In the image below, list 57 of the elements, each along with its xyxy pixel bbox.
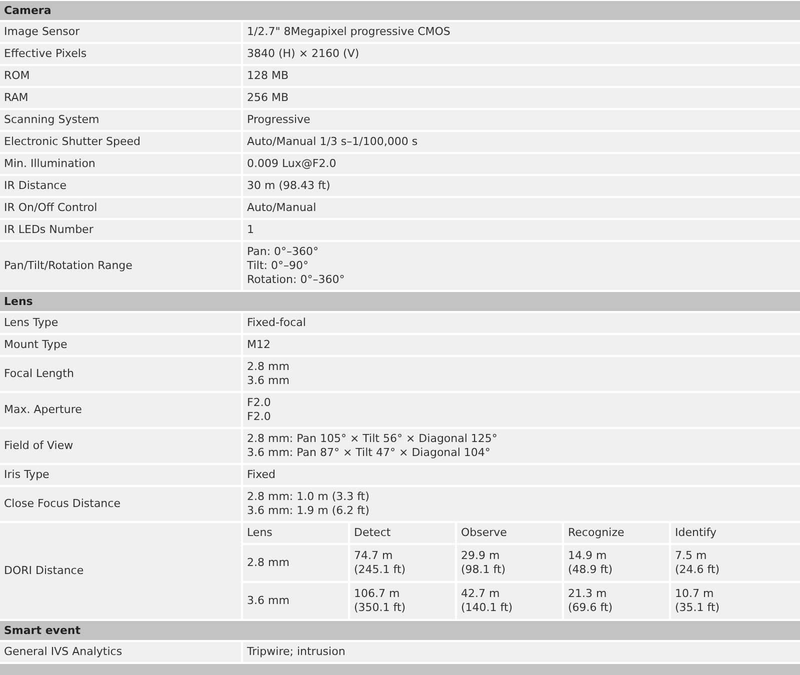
spec-value: Auto/Manual — [243, 198, 800, 218]
spec-value: Auto/Manual 1/3 s–1/100,000 s — [243, 132, 800, 152]
spec-value: 2.8 mm: 1.0 m (3.3 ft) 3.6 mm: 1.9 m (6.2 ft) — [243, 487, 800, 521]
table-cell: 42.7 m (140.1 ft) — [457, 583, 562, 619]
column-header: Observe — [457, 523, 562, 543]
spec-label: RAM — [0, 88, 241, 108]
spec-label: IR Distance — [0, 176, 241, 196]
spec-value: 2.8 mm: Pan 105° × Tilt 56° × Diagonal 125° 3.6 mm: Pan 87° × Tilt 47° × Diagonal 104° — [243, 429, 800, 463]
section-header: Camera — [0, 1, 800, 20]
column-header: Recognize — [564, 523, 669, 543]
spec-label: IR LEDs Number — [0, 220, 241, 240]
spec-value: M12 — [243, 335, 800, 355]
spec-label: Scanning System — [0, 110, 241, 130]
spec-value: Tripwire; intrusion — [243, 642, 800, 662]
spec-value: Fixed — [243, 465, 800, 485]
section-header: Lens — [0, 292, 800, 311]
column-header: Detect — [350, 523, 455, 543]
table-cell: 29.9 m (98.1 ft) — [457, 545, 562, 581]
spec-label: Close Focus Distance — [0, 487, 241, 521]
spec-value: 0.009 Lux@F2.0 — [243, 154, 800, 174]
spec-label: Pan/Tilt/Rotation Range — [0, 242, 241, 290]
spec-value: 3840 (H) × 2160 (V) — [243, 44, 800, 64]
spec-label: ROM — [0, 66, 241, 86]
spec-value: 1/2.7" 8Megapixel progressive CMOS — [243, 22, 800, 42]
spec-value: 1 — [243, 220, 800, 240]
table-cell: 21.3 m (69.6 ft) — [564, 583, 669, 619]
table-cell: 10.7 m (35.1 ft) — [671, 583, 800, 619]
spec-label: Field of View — [0, 429, 241, 463]
spec-label: General IVS Analytics — [0, 642, 241, 662]
spec-value: Progressive — [243, 110, 800, 130]
column-header: Identify — [671, 523, 800, 543]
spec-label: IR On/Off Control — [0, 198, 241, 218]
spec-label: Iris Type — [0, 465, 241, 485]
spec-label: Max. Aperture — [0, 393, 241, 427]
spec-value: 128 MB — [243, 66, 800, 86]
spec-value: 2.8 mm 3.6 mm — [243, 357, 800, 391]
table-cell: 74.7 m (245.1 ft) — [350, 545, 455, 581]
spec-label: DORI Distance — [0, 523, 241, 619]
spec-value: F2.0 F2.0 — [243, 393, 800, 427]
table-cell: 106.7 m (350.1 ft) — [350, 583, 455, 619]
table-cell: 3.6 mm — [243, 583, 348, 619]
column-header: Lens — [243, 523, 348, 543]
spec-label: Mount Type — [0, 335, 241, 355]
spec-value: Fixed-focal — [243, 313, 800, 333]
spec-label: Image Sensor — [0, 22, 241, 42]
section-header: Smart event — [0, 621, 800, 640]
spec-value: 256 MB — [243, 88, 800, 108]
spec-label: Lens Type — [0, 313, 241, 333]
spec-value: 30 m (98.43 ft) — [243, 176, 800, 196]
spec-value: Pan: 0°–360° Tilt: 0°–90° Rotation: 0°–360° — [243, 242, 800, 290]
table-cell: 7.5 m (24.6 ft) — [671, 545, 800, 581]
spec-label: Focal Length — [0, 357, 241, 391]
spec-label: Min. Illumination — [0, 154, 241, 174]
table-cell: 14.9 m (48.9 ft) — [564, 545, 669, 581]
spec-label: Electronic Shutter Speed — [0, 132, 241, 152]
spec-label: Effective Pixels — [0, 44, 241, 64]
table-cell: 2.8 mm — [243, 545, 348, 581]
